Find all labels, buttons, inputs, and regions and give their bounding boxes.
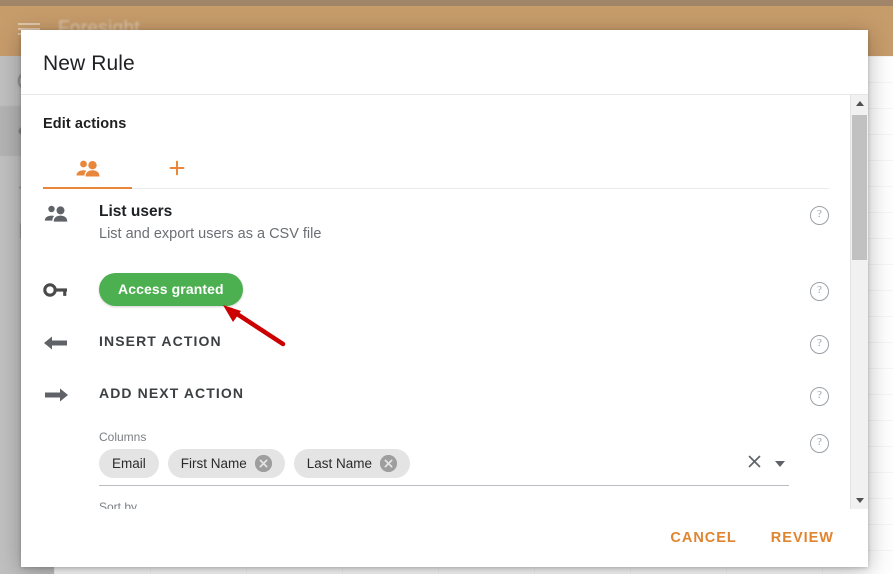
add-next-action-label[interactable]: ADD NEXT ACTION <box>99 385 244 401</box>
dialog-title: New Rule <box>43 52 135 75</box>
help-icon[interactable]: ? <box>810 334 829 354</box>
section-heading-edit-actions: Edit actions <box>43 116 127 132</box>
access-granted-button[interactable]: Access granted <box>99 272 243 306</box>
tab-add-action[interactable] <box>132 148 221 188</box>
dialog-body: Edit actions List users List and export … <box>21 94 868 509</box>
columns-chip-list: Email First Name Last Name <box>99 449 737 478</box>
dialog-scrollbar[interactable] <box>850 95 868 509</box>
action-tabs <box>43 148 829 189</box>
plus-icon <box>166 157 188 179</box>
access-badge-wrap: Access granted <box>99 272 789 306</box>
row-help-slot: ? <box>789 430 829 453</box>
row-help-slot: ? <box>789 278 829 301</box>
action-row-insert-action[interactable]: INSERT ACTION ? <box>21 316 851 368</box>
action-row-columns: Columns Email First Name Last Name ? <box>21 420 851 486</box>
scroll-down-button[interactable] <box>851 492 868 509</box>
dialog-footer: CANCEL REVIEW <box>21 509 868 567</box>
people-icon <box>43 202 99 223</box>
chevron-down-icon[interactable] <box>775 460 785 467</box>
chip-label: Last Name <box>306 456 373 471</box>
columns-field: Columns Email First Name Last Name <box>99 430 789 486</box>
chevron-up-icon <box>855 101 864 106</box>
columns-label: Columns <box>99 430 147 444</box>
chip-label: First Name <box>180 456 247 471</box>
columns-input[interactable]: Email First Name Last Name <box>99 449 789 486</box>
cancel-button[interactable]: CANCEL <box>658 521 748 555</box>
add-next-action-label-wrap: ADD NEXT ACTION <box>99 385 789 403</box>
scroll-up-button[interactable] <box>851 95 868 112</box>
chip-email[interactable]: Email <box>99 449 159 478</box>
insert-action-label[interactable]: INSERT ACTION <box>99 333 222 349</box>
chip-remove-icon[interactable] <box>254 455 272 472</box>
row-help-slot: ? <box>789 202 829 225</box>
action-row-list-users[interactable]: List users List and export users as a CS… <box>21 189 851 252</box>
key-icon <box>43 278 99 300</box>
arrow-right-icon <box>43 384 99 404</box>
action-row-sort-by: Sort by <box>21 486 851 509</box>
help-icon[interactable]: ? <box>810 281 829 301</box>
scrollbar-thumb[interactable] <box>852 115 867 260</box>
help-icon[interactable]: ? <box>810 434 829 453</box>
row-help-slot: ? <box>789 383 829 406</box>
sort-by-label: Sort by <box>99 500 138 509</box>
sort-by-field[interactable]: Sort by <box>43 500 829 509</box>
help-icon[interactable]: ? <box>810 206 829 225</box>
action-row-add-next-action[interactable]: ADD NEXT ACTION ? <box>21 368 851 420</box>
review-button[interactable]: REVIEW <box>759 521 846 555</box>
chip-first-name[interactable]: First Name <box>167 449 285 478</box>
dialog-scroll-area: Edit actions List users List and export … <box>21 95 851 509</box>
columns-icon-spacer <box>43 430 99 432</box>
tab-users[interactable] <box>43 148 132 188</box>
insert-action-label-wrap: INSERT ACTION <box>99 333 789 351</box>
close-icon[interactable] <box>746 453 763 475</box>
people-icon <box>75 159 101 178</box>
row-help-slot: ? <box>789 331 829 354</box>
new-rule-dialog: New Rule Edit actions List users List an… <box>21 30 868 567</box>
chip-label: Email <box>112 456 146 471</box>
list-users-title: List users <box>99 203 173 220</box>
help-icon[interactable]: ? <box>810 386 829 406</box>
chevron-down-icon <box>855 498 864 503</box>
list-users-subtitle: List and export users as a CSV file <box>99 226 322 242</box>
chip-remove-icon[interactable] <box>380 455 398 472</box>
arrow-left-icon <box>43 332 99 352</box>
chip-last-name[interactable]: Last Name <box>293 449 411 478</box>
list-users-text: List users List and export users as a CS… <box>99 202 789 244</box>
columns-field-actions <box>746 453 789 475</box>
action-row-access: Access granted ? <box>21 252 851 316</box>
action-rows: List users List and export users as a CS… <box>21 189 851 509</box>
